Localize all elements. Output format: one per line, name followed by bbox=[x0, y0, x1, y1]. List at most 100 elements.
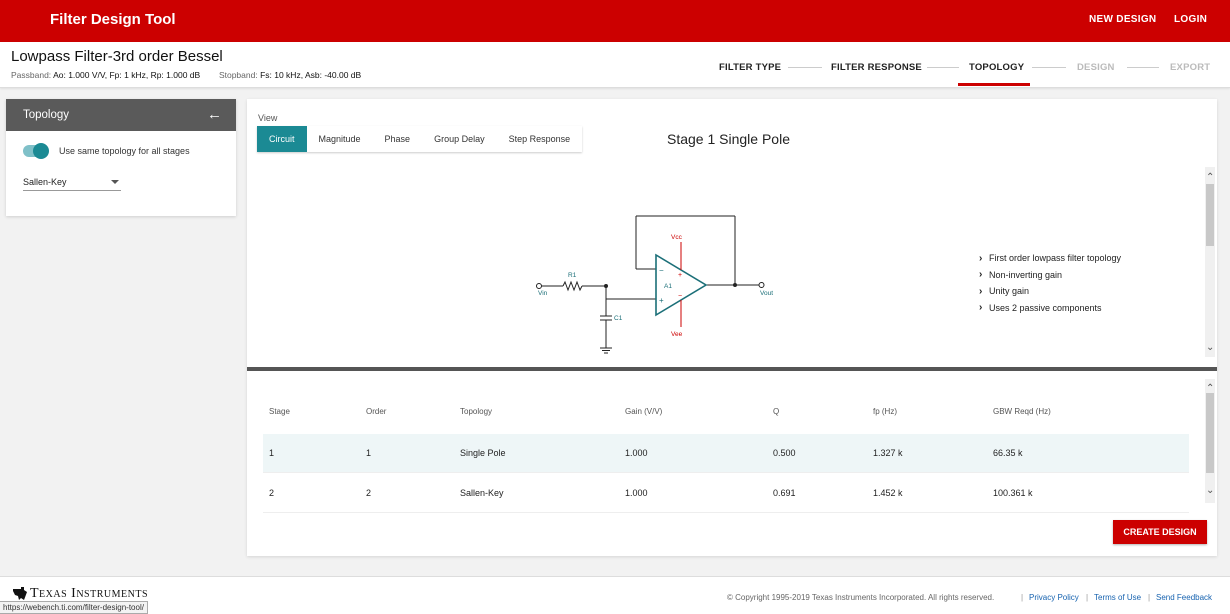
copyright-text: © Copyright 1995-2019 Texas Instruments … bbox=[727, 593, 995, 602]
passband-label: Passband: bbox=[11, 70, 52, 80]
label-vin: Vin bbox=[538, 290, 548, 297]
tab-magnitude[interactable]: Magnitude bbox=[307, 126, 373, 152]
circuit-schematic: Vin Vout R1 C1 A1 Vcc Vee − + + − bbox=[536, 215, 773, 354]
toggle-knob bbox=[33, 143, 49, 159]
stages-table-header: Stage Order Topology Gain (V/V) Q fp (Hz… bbox=[263, 405, 1189, 417]
col-order: Order bbox=[366, 406, 387, 416]
passband-value: Ao: 1.000 V/V, Fp: 1 kHz, Rp: 1.000 dB bbox=[53, 70, 201, 80]
design-specs: Passband: Ao: 1.000 V/V, Fp: 1 kHz, Rp: … bbox=[11, 70, 361, 80]
feature-text: First order lowpass filter topology bbox=[989, 253, 1122, 264]
ti-logo-icon bbox=[13, 587, 27, 600]
cell-stage: 1 bbox=[269, 448, 275, 458]
topology-panel-header: Topology bbox=[6, 99, 236, 131]
chevron-right-icon: › bbox=[979, 285, 983, 297]
scrollbar-thumb[interactable] bbox=[1206, 393, 1214, 473]
view-tabs: Circuit Magnitude Phase Group Delay Step… bbox=[257, 126, 583, 152]
tab-step-response[interactable]: Step Response bbox=[497, 126, 583, 152]
send-feedback-link[interactable]: Send Feedback bbox=[1156, 593, 1212, 602]
label-vee: Vee bbox=[671, 331, 683, 338]
chevron-right-icon: › bbox=[979, 252, 983, 264]
view-label: View bbox=[258, 113, 278, 123]
step-filter-type[interactable]: FILTER TYPE bbox=[719, 62, 781, 73]
cell-q: 0.500 bbox=[773, 448, 796, 458]
topology-select-value: Sallen-Key bbox=[23, 177, 67, 187]
resistor-r1 bbox=[562, 280, 583, 292]
cell-fp: 1.452 k bbox=[873, 488, 903, 498]
page-footer: Texas Instruments © Copyright 1995-2019 … bbox=[0, 576, 1230, 614]
step-connector bbox=[788, 67, 822, 68]
label-vout: Vout bbox=[760, 290, 773, 297]
create-design-button[interactable]: CREATE DESIGN bbox=[1113, 520, 1207, 544]
chevron-up-icon[interactable]: ⌃ bbox=[1206, 383, 1214, 394]
design-header: Lowpass Filter-3rd order Bessel Passband… bbox=[0, 42, 1230, 88]
list-item: › Uses 2 passive components bbox=[979, 300, 1121, 317]
chevron-right-icon: › bbox=[979, 269, 983, 281]
col-stage: Stage bbox=[269, 406, 290, 416]
col-topology: Topology bbox=[460, 406, 493, 416]
status-bar-url: https://webench.ti.com/filter-design-too… bbox=[0, 601, 148, 614]
step-connector bbox=[927, 67, 959, 68]
same-topology-toggle[interactable] bbox=[23, 143, 49, 159]
feature-text: Uses 2 passive components bbox=[989, 302, 1102, 313]
step-filter-response[interactable]: FILTER RESPONSE bbox=[831, 62, 922, 73]
new-design-link[interactable]: NEW DESIGN bbox=[1089, 14, 1156, 25]
label-c1: C1 bbox=[614, 315, 623, 322]
footer-separator: | bbox=[1148, 593, 1151, 602]
list-item: › Non-inverting gain bbox=[979, 267, 1121, 284]
cell-gbw: 66.35 k bbox=[993, 448, 1023, 458]
tab-circuit[interactable]: Circuit bbox=[257, 126, 307, 152]
opamp-plus-input: + bbox=[659, 296, 664, 305]
pane-divider[interactable] bbox=[247, 367, 1217, 371]
main-panel: View Circuit Magnitude Phase Group Delay… bbox=[247, 99, 1217, 556]
topology-features: › First order lowpass filter topology › No… bbox=[979, 250, 1121, 316]
cell-order: 1 bbox=[366, 448, 372, 458]
junction-dot bbox=[604, 284, 608, 288]
scrollbar-thumb[interactable] bbox=[1206, 184, 1214, 246]
opamp-minus-input: − bbox=[659, 266, 664, 275]
topology-select[interactable]: Sallen-Key bbox=[23, 174, 121, 191]
chevron-down-icon[interactable]: ⌄ bbox=[1206, 485, 1214, 496]
step-export: EXPORT bbox=[1170, 62, 1211, 73]
step-topology[interactable]: TOPOLOGY bbox=[969, 62, 1024, 73]
topology-panel-title: Topology bbox=[23, 109, 70, 121]
chevron-up-icon[interactable]: ⌃ bbox=[1206, 172, 1214, 183]
step-design: DESIGN bbox=[1077, 62, 1115, 73]
list-item: › Unity gain bbox=[979, 283, 1121, 300]
chevron-right-icon: › bbox=[979, 302, 983, 314]
ti-logo-text: Texas Instruments bbox=[30, 586, 149, 601]
label-vcc: Vcc bbox=[671, 234, 683, 241]
chevron-down-icon[interactable]: ⌄ bbox=[1206, 342, 1214, 353]
cell-gain: 1.000 bbox=[625, 448, 648, 458]
table-row[interactable]: 2 2 Sallen-Key 1.000 0.691 1.452 k 100.3… bbox=[263, 474, 1189, 513]
app-header: Filter Design Tool NEW DESIGN LOGIN bbox=[0, 0, 1230, 42]
arrow-left-icon[interactable]: ← bbox=[207, 106, 222, 123]
terms-of-use-link[interactable]: Terms of Use bbox=[1094, 593, 1141, 602]
tab-group-delay[interactable]: Group Delay bbox=[422, 126, 497, 152]
stopband-label: Stopband: bbox=[218, 70, 258, 80]
login-link[interactable]: LOGIN bbox=[1174, 14, 1207, 25]
table-row[interactable]: 1 1 Single Pole 1.000 0.500 1.327 k 66.3… bbox=[263, 434, 1189, 473]
cell-gain: 1.000 bbox=[625, 488, 648, 498]
tab-phase[interactable]: Phase bbox=[373, 126, 423, 152]
cell-fp: 1.327 k bbox=[873, 448, 903, 458]
vout-terminal bbox=[758, 282, 765, 288]
col-gain: Gain (V/V) bbox=[625, 406, 663, 416]
cell-gbw: 100.361 k bbox=[993, 488, 1033, 498]
footer-separator: | bbox=[1021, 593, 1024, 602]
same-topology-label: Use same topology for all stages bbox=[59, 146, 190, 156]
opamp-minus-supply: − bbox=[678, 293, 682, 300]
vin-terminal bbox=[536, 283, 542, 289]
list-item: › First order lowpass filter topology bbox=[979, 250, 1121, 267]
cell-topology: Single Pole bbox=[460, 448, 506, 458]
stage-title: Stage 1 Single Pole bbox=[667, 131, 790, 147]
label-a1: A1 bbox=[664, 283, 672, 290]
privacy-policy-link[interactable]: Privacy Policy bbox=[1029, 593, 1079, 602]
footer-separator: | bbox=[1086, 593, 1089, 602]
chevron-down-icon bbox=[111, 180, 119, 184]
col-gbw: GBW Reqd (Hz) bbox=[993, 406, 1051, 416]
junction-dot bbox=[733, 283, 737, 287]
opamp-plus-supply: + bbox=[678, 272, 682, 279]
circuit-scrollbar[interactable] bbox=[1205, 167, 1215, 357]
design-title: Lowpass Filter-3rd order Bessel bbox=[11, 48, 223, 65]
cell-topology: Sallen-Key bbox=[460, 488, 504, 498]
